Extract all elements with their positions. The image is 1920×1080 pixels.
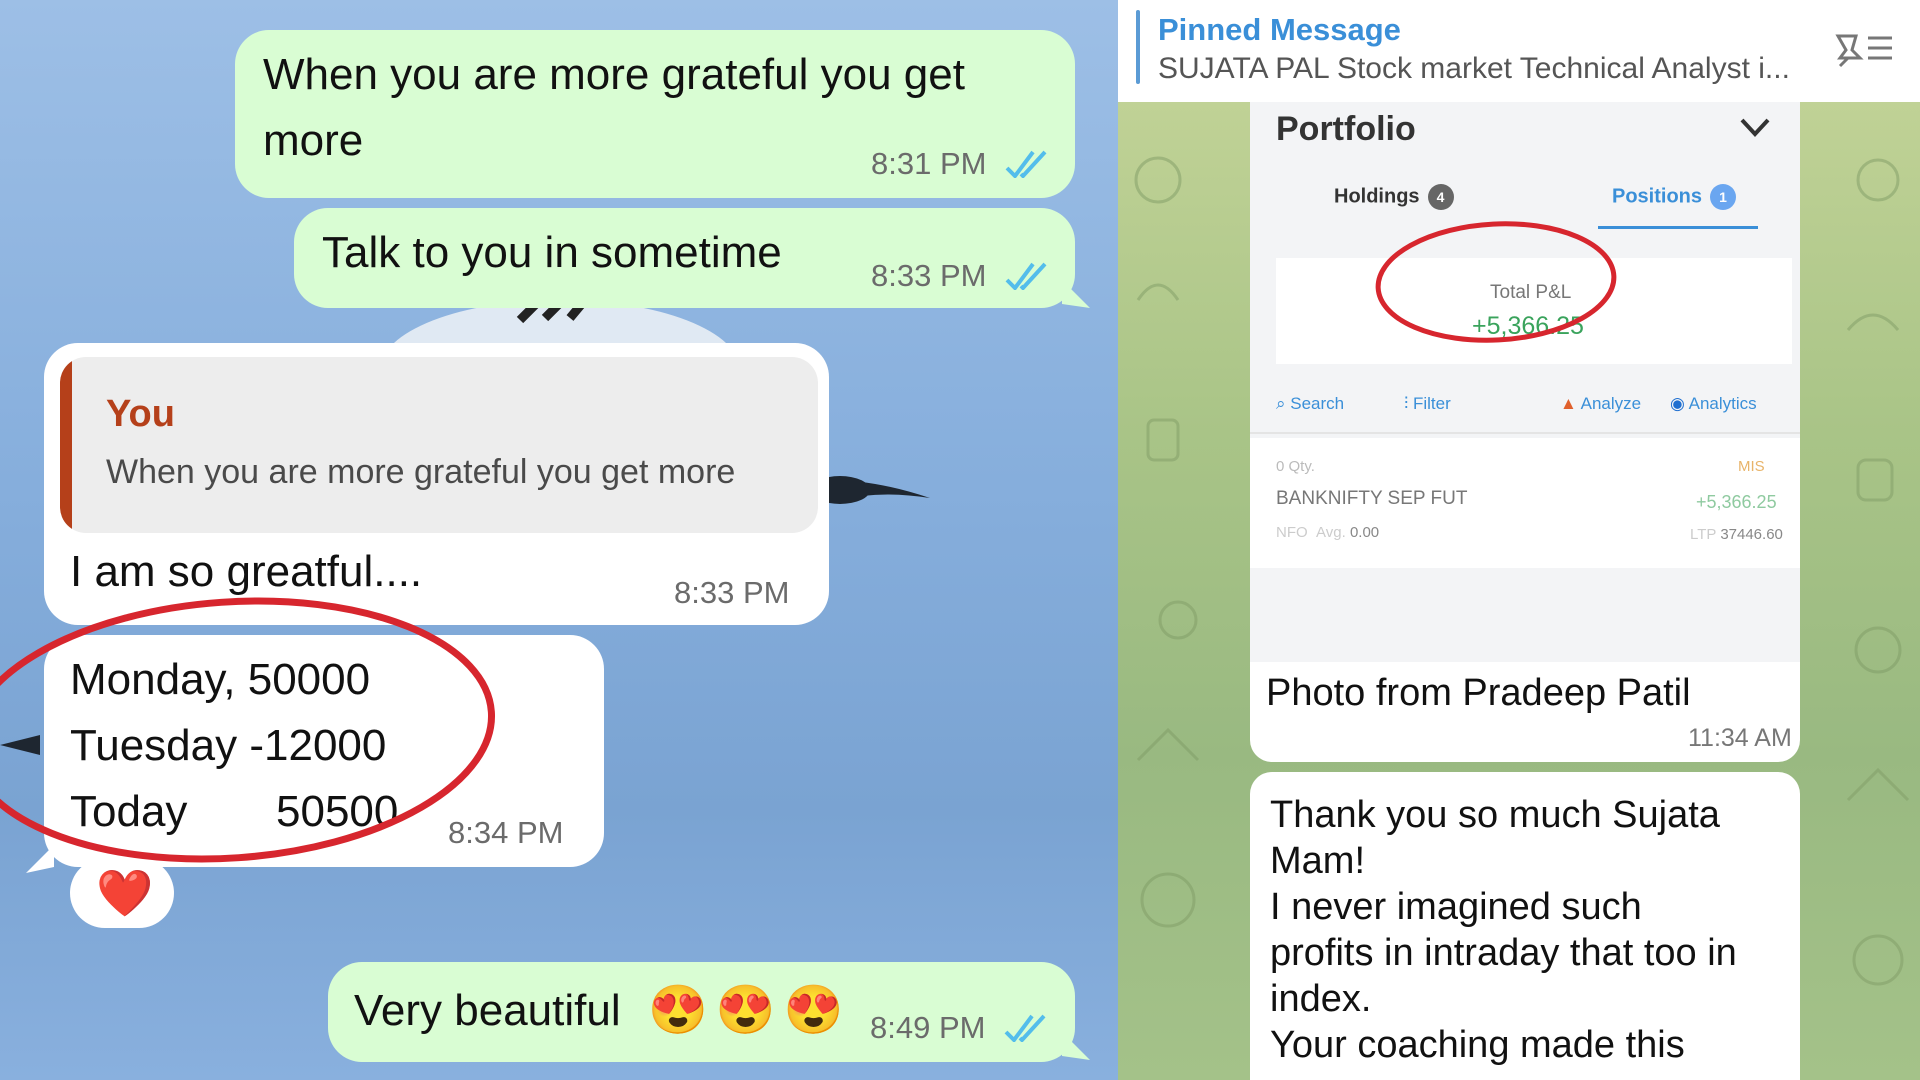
- pin-list-icon[interactable]: [1832, 28, 1896, 68]
- message-text-line: Your coaching made this: [1270, 1024, 1685, 1066]
- position-ltp: LTP 37446.60: [1690, 526, 1783, 543]
- message-bubble-outgoing[interactable]: Talk to you in sometime 8:33 PM: [294, 208, 1075, 308]
- message-time: 8:33 PM: [871, 258, 987, 293]
- message-text-line: I never imagined such: [1270, 886, 1642, 928]
- pinned-text: SUJATA PAL Stock market Technical Analys…: [1158, 52, 1790, 85]
- holdings-count-badge: 4: [1427, 184, 1454, 210]
- tab-positions[interactable]: Positions 1: [1612, 184, 1737, 210]
- divider: [1250, 432, 1800, 434]
- red-highlight-circle: [0, 597, 496, 863]
- analytics-action[interactable]: ◉ Analytics: [1670, 394, 1757, 414]
- message-bubble-outgoing[interactable]: Very beautiful 😍😍😍 8:49 PM: [328, 962, 1075, 1062]
- message-bubble-outgoing[interactable]: When you are more grateful you get more …: [235, 30, 1075, 198]
- quote-accent-bar: [60, 357, 72, 533]
- message-text: When you are more grateful you get: [263, 50, 965, 99]
- quoted-message[interactable]: You When you are more grateful you get m…: [60, 357, 818, 533]
- position-row[interactable]: 0 Qty. MIS BANKNIFTY SEP FUT +5,366.25 N…: [1250, 438, 1800, 568]
- message-bubble-incoming-reply[interactable]: You When you are more grateful you get m…: [44, 343, 829, 625]
- pinned-indicator: [1136, 10, 1140, 84]
- portfolio-title: Portfolio: [1276, 110, 1416, 148]
- position-qty: 0 Qty.: [1276, 458, 1315, 475]
- double-check-icon: [1005, 150, 1047, 178]
- tab-holdings[interactable]: Holdings 4: [1334, 184, 1454, 210]
- red-highlight-circle: [1375, 221, 1617, 343]
- bubble-tail: [1062, 280, 1090, 308]
- message-time: 11:34 AM: [1688, 724, 1792, 752]
- chevron-down-icon: [1740, 118, 1770, 137]
- quote-text: When you are more grateful you get more: [106, 453, 736, 491]
- pinned-message-bar[interactable]: Pinned Message SUJATA PAL Stock market T…: [1118, 0, 1920, 102]
- message-text: more: [263, 116, 364, 165]
- message-time: 8:49 PM: [870, 1010, 986, 1045]
- double-check-icon: [1005, 262, 1047, 290]
- position-pnl: +5,366.25: [1696, 492, 1777, 512]
- pinned-title: Pinned Message: [1158, 12, 1401, 47]
- message-bubble-incoming[interactable]: Thank you so much Sujata Mam! I never im…: [1250, 772, 1800, 1080]
- whatsapp-chat-panel: When you are more grateful you get more …: [0, 0, 1118, 1080]
- message-text-line: index.: [1270, 978, 1372, 1020]
- analyze-action[interactable]: ▲ Analyze: [1560, 394, 1641, 414]
- message-text: Talk to you in sometime: [322, 228, 782, 277]
- heart-eyes-emoji-icon: 😍😍😍: [648, 984, 852, 1037]
- photo-message-bubble[interactable]: Portfolio Holdings 4 Positions 1 Total P&L…: [1250, 102, 1800, 762]
- photo-caption: Photo from Pradeep Patil: [1266, 672, 1691, 714]
- message-time: 8:31 PM: [871, 146, 987, 181]
- position-symbol: BANKNIFTY SEP FUT: [1276, 488, 1468, 509]
- telegram-chat-panel: Pinned Message SUJATA PAL Stock market T…: [1118, 0, 1920, 1080]
- double-check-icon: [1004, 1014, 1046, 1042]
- search-action[interactable]: ⌕ Search: [1276, 394, 1344, 414]
- message-time: 8:33 PM: [674, 575, 790, 610]
- message-text-line: Mam!: [1270, 840, 1365, 882]
- message-text-line: Thank you so much Sujata: [1270, 794, 1720, 836]
- quote-author: You: [106, 393, 175, 435]
- filter-action[interactable]: ⫶ Filter: [1404, 394, 1451, 414]
- message-text: Very beautiful: [354, 986, 621, 1035]
- message-text-line: profits in intraday that too in: [1270, 932, 1737, 974]
- bubble-tail: [1062, 1032, 1090, 1060]
- portfolio-screenshot-image[interactable]: Portfolio Holdings 4 Positions 1 Total P&L…: [1250, 102, 1800, 662]
- position-product: MIS: [1738, 458, 1765, 475]
- positions-count-badge: 1: [1710, 184, 1737, 210]
- position-exchange: NFO Avg. 0.00: [1276, 524, 1380, 541]
